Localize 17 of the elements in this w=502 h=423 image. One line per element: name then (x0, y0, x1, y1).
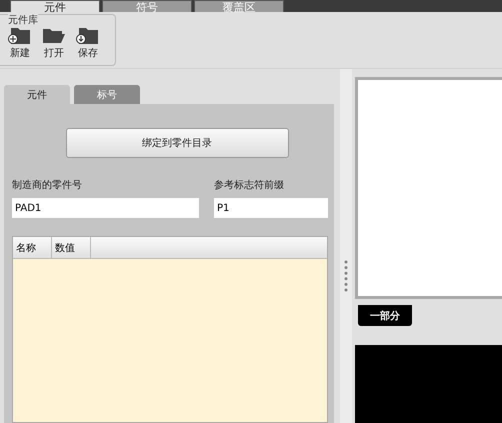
text-field[interactable]: PAD1 (12, 198, 199, 218)
folder-plus-icon (8, 25, 32, 45)
column-header[interactable]: 数值 (52, 237, 91, 258)
preview-tab[interactable]: 一部分 (358, 305, 412, 326)
group-title: 元件库 (8, 13, 38, 27)
folder-download-icon (76, 25, 100, 45)
splitter-handle[interactable] (340, 69, 352, 423)
column-header[interactable]: 名称 (13, 237, 52, 258)
panel-tab[interactable]: 元件 (4, 85, 70, 104)
ribbon-button[interactable]: 新建 (8, 25, 32, 65)
text-field[interactable]: P1 (214, 198, 328, 218)
bind-catalog-button[interactable]: 绑定到零件目录 (66, 128, 288, 158)
field-label: 制造商的零件号 (12, 178, 83, 192)
ribbon-button[interactable]: 打开 (42, 25, 66, 65)
grip-icon (344, 259, 348, 293)
field-label: 参考标志符前缀 (214, 178, 285, 192)
ribbon-button[interactable]: 保存 (76, 25, 100, 65)
